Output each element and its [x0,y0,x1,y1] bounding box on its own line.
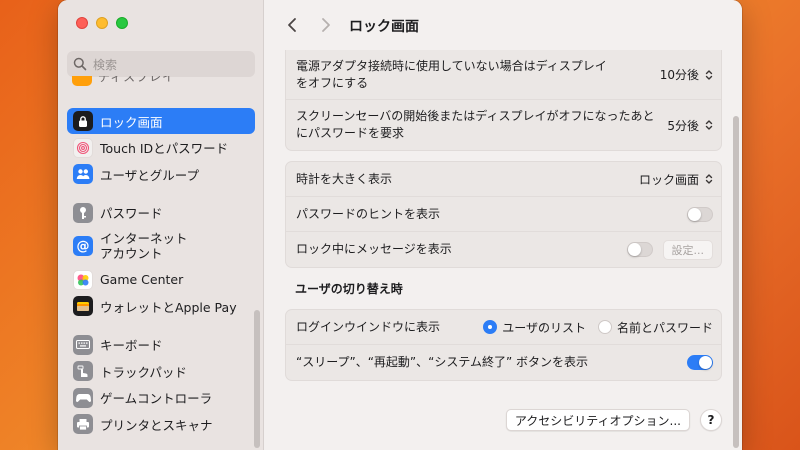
main-scrollbar[interactable] [733,116,739,448]
footer: アクセシビリティオプション... ? [285,409,722,431]
message-settings-button[interactable]: 設定... [662,239,713,260]
sidebar-item-game-controllers[interactable]: ゲームコントローラ [67,385,255,411]
key-icon [73,202,93,223]
window-controls [76,17,128,29]
sidebar-scrollbar[interactable] [254,310,260,448]
sidebar-item-wallet[interactable]: ウォレットとApple Pay [67,293,255,319]
search-placeholder: 検索 [93,57,118,72]
power-buttons-row: “スリープ”、“再起動”、“システム終了” ボタンを表示 [286,345,721,380]
display-off-row: 電源アダプタ接続時に使用していない場合はディスプレイ をオフにする 10分後 [286,50,721,100]
display-off-group: 電源アダプタ接続時に使用していない場合はディスプレイ をオフにする 10分後 ス… [285,50,722,151]
wallet-icon [73,296,93,316]
sidebar-item-label: パスワード [100,206,163,221]
sidebar-item-printers[interactable]: プリンタとスキャナ [67,411,255,437]
sidebar-item-keyboard[interactable]: キーボード [67,332,255,358]
chevron-right-icon [322,18,330,32]
system-settings-window: 検索 ディスプレイ ロック画面 Touch IDとパスワード ユーザとグループ … [58,0,742,450]
forward-button[interactable] [315,14,337,36]
sidebar-item-label: ゲームコントローラ [100,391,213,406]
fingerprint-icon [73,137,93,158]
sidebar-item-game-center[interactable]: Game Center [67,267,255,293]
sidebar-item-passwords[interactable]: パスワード [67,200,255,226]
radio-indicator [597,320,612,334]
require-password-popup[interactable]: 5分後 [667,117,713,134]
radio-user-list[interactable]: ユーザのリスト [483,319,586,336]
at-icon: @ [73,236,93,256]
display-icon [72,76,92,86]
minimize-window-button[interactable] [96,17,108,29]
lock-icon [73,111,93,131]
trackpad-icon [73,361,93,381]
large-clock-value: ロック画面 [638,172,699,187]
power-buttons-toggle[interactable] [687,355,713,370]
password-hint-toggle[interactable] [687,206,713,222]
large-clock-row: 時計を大きく表示 ロック画面 [286,162,721,197]
display-off-popup[interactable]: 10分後 [660,66,713,83]
sidebar-list: ロック画面 Touch IDとパスワード ユーザとグループ パスワード @ イン… [67,108,255,438]
require-password-row: スクリーンセーバの開始後またはディスプレイがオフになったあと にパスワードを要求… [286,100,721,150]
lock-message-row: ロック中にメッセージを表示 設定... [286,232,721,267]
sidebar-item-touch-id[interactable]: Touch IDとパスワード [67,135,255,161]
radio-label: 名前とパスワード [616,320,713,335]
large-clock-label: 時計を大きく表示 [296,171,393,186]
close-window-button[interactable] [76,17,88,29]
sidebar-item-trackpad[interactable]: トラックパッド [67,358,255,384]
sidebar-item-label: ディスプレイ [98,76,176,84]
user-switch-group: ログインウインドウに表示 ユーザのリスト 名前とパスワード “スリープ”、“再起 [285,309,722,381]
sidebar-item-internet-accounts[interactable]: @ インターネット アカウント [67,226,255,266]
sidebar-item-cut-off[interactable]: ディスプレイ [72,76,252,86]
search-field[interactable]: 検索 [67,51,255,77]
sidebar-item-lock-screen[interactable]: ロック画面 [67,108,255,134]
sidebar-item-label: プリンタとスキャナ [100,417,213,433]
up-down-chevron-icon [705,174,713,184]
lock-message-label: ロック中にメッセージを表示 [296,242,452,256]
radio-name-password[interactable]: 名前とパスワード [597,319,713,336]
search-icon [73,57,87,71]
settings-content: 電源アダプタ接続時に使用していない場合はディスプレイ をオフにする 10分後 ス… [285,50,722,391]
game-center-icon [73,269,93,290]
sidebar-item-label: トラックパッド [100,364,187,380]
accessibility-options-button[interactable]: アクセシビリティオプション... [505,409,690,431]
login-window-label: ログインウインドウに表示 [296,319,441,334]
sidebar-item-label: ロック画面 [100,114,163,130]
up-down-chevron-icon [705,120,713,130]
main-pane: ロック画面 電源アダプタ接続時に使用していない場合はディスプレイ をオフにする … [265,0,742,450]
game-controller-icon [73,387,93,408]
display-off-label: 電源アダプタ接続時に使用していない場合はディスプレイ をオフにする [296,58,607,90]
sidebar-item-label: ユーザとグループ [100,167,200,183]
up-down-chevron-icon [705,69,713,80]
power-buttons-label: “スリープ”、“再起動”、“システム終了” ボタンを表示 [296,355,589,369]
user-switch-section-title: ユーザの切り替え時 [295,282,403,296]
radio-selected-indicator [483,320,498,334]
toolbar: ロック画面 [265,0,742,50]
chevron-left-icon [288,18,296,32]
keyboard-icon [73,334,93,355]
printer-icon [73,414,93,434]
sidebar-item-label: ウォレットとApple Pay [100,299,237,315]
sidebar-item-label: キーボード [100,338,163,353]
password-hint-row: パスワードのヒントを表示 [286,197,721,232]
sidebar-item-label: インターネット アカウント [100,231,188,261]
lock-message-toggle[interactable] [626,242,653,257]
sidebar-item-label: Game Center [100,272,184,287]
sidebar-item-label: Touch IDとパスワード [100,141,229,156]
login-window-row: ログインウインドウに表示 ユーザのリスト 名前とパスワード [286,310,721,345]
sidebar-item-users-groups[interactable]: ユーザとグループ [67,161,255,187]
maximize-window-button[interactable] [116,17,128,29]
help-button[interactable]: ? [700,409,722,431]
back-button[interactable] [281,14,303,36]
login-window-radio-group: ユーザのリスト 名前とパスワード [483,319,713,336]
users-icon [73,164,93,184]
require-password-value: 5分後 [667,118,699,133]
sidebar: 検索 ディスプレイ ロック画面 Touch IDとパスワード ユーザとグループ … [58,0,264,450]
radio-label: ユーザのリスト [502,320,586,335]
page-title: ロック画面 [349,19,419,35]
display-off-value: 10分後 [659,68,699,82]
large-clock-popup[interactable]: ロック画面 [639,171,713,188]
lock-options-group: 時計を大きく表示 ロック画面 パスワードのヒントを表示 ロック中にメッセージを表… [285,161,722,268]
password-hint-label: パスワードのヒントを表示 [296,206,441,221]
require-password-label: スクリーンセーバの開始後またはディスプレイがオフになったあと にパスワードを要求 [296,109,655,140]
